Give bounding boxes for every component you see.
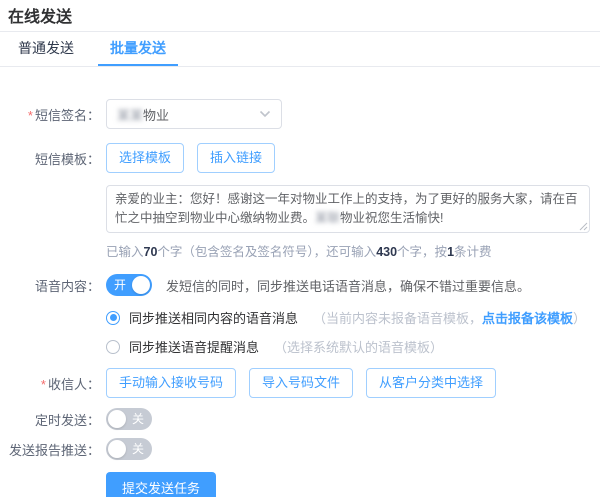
message-row: 亲爱的业主：您好！感谢这一年对物业工作上的支持，为了更好的服务大家，请在百忙之中… bbox=[0, 185, 600, 233]
report-push-toggle[interactable]: 关 bbox=[106, 438, 152, 460]
voice-option-same-content-row: 同步推送相同内容的语音消息 （当前内容未报备语音模板，点击报备该模板） bbox=[0, 308, 600, 327]
toggle-knob bbox=[132, 276, 150, 294]
redacted-signature-text: 某某 bbox=[117, 108, 143, 123]
voice-option-reminder-row: 同步推送语音提醒消息 （选择系统默认的语音模板） bbox=[0, 337, 600, 356]
voice-toggle-state: 开 bbox=[114, 274, 126, 296]
signature-select[interactable]: 某某物业 bbox=[106, 99, 282, 129]
submit-send-task-button[interactable]: 提交发送任务 bbox=[106, 472, 216, 497]
resize-handle-icon[interactable] bbox=[579, 222, 588, 231]
scheduled-send-toggle-state: 关 bbox=[132, 408, 144, 430]
counter-remaining-count: 430 bbox=[376, 245, 397, 259]
radio-same-content[interactable] bbox=[106, 311, 120, 325]
signature-label-text: 短信签名： bbox=[35, 108, 100, 123]
radio-voice-reminder[interactable] bbox=[106, 340, 120, 354]
radio-dot bbox=[110, 314, 117, 321]
template-label: 短信模板： bbox=[0, 149, 100, 168]
template-row: 短信模板： 选择模板 插入链接 bbox=[0, 143, 600, 173]
note-text: ） bbox=[573, 311, 586, 326]
signature-label: *短信签名： bbox=[0, 105, 100, 124]
toggle-knob bbox=[108, 410, 126, 428]
tab-normal-send[interactable]: 普通发送 bbox=[6, 32, 86, 66]
voice-description: 发短信的同时，同步推送电话语音消息，确保不错过重要信息。 bbox=[166, 276, 530, 295]
submit-row: 提交发送任务 bbox=[0, 472, 600, 497]
counter-text: 条计费 bbox=[454, 245, 492, 259]
char-counter: 已输入70个字（包含签名及签名符号），还可输入430个字，按1条计费 bbox=[106, 241, 492, 260]
counter-text: 已输入 bbox=[106, 245, 144, 259]
scheduled-send-label: 定时发送： bbox=[0, 410, 100, 429]
signature-row: *短信签名： 某某物业 bbox=[0, 99, 600, 129]
tab-bar: 普通发送 批量发送 bbox=[0, 32, 600, 67]
note-text: （当前内容未报备语音模板， bbox=[313, 311, 482, 326]
select-from-customer-category-button[interactable]: 从客户分类中选择 bbox=[366, 368, 496, 398]
voice-label: 语音内容： bbox=[0, 276, 100, 295]
voice-row: 语音内容： 开 发短信的同时，同步推送电话语音消息，确保不错过重要信息。 bbox=[0, 274, 600, 296]
online-send-page: 在线发送 普通发送 批量发送 *短信签名： 某某物业 短信模板： 选择模板 插入… bbox=[0, 0, 600, 497]
required-asterisk: * bbox=[41, 377, 46, 392]
signature-select-value: 某某物业 bbox=[117, 105, 169, 124]
insert-link-button[interactable]: 插入链接 bbox=[197, 143, 275, 173]
counter-text: 个字，按 bbox=[397, 245, 447, 259]
manual-input-numbers-button[interactable]: 手动输入接收号码 bbox=[106, 368, 236, 398]
counter-row: 已输入70个字（包含签名及签名符号），还可输入430个字，按1条计费 bbox=[0, 241, 600, 260]
chevron-down-icon bbox=[259, 110, 271, 118]
required-asterisk: * bbox=[28, 108, 33, 123]
select-template-button[interactable]: 选择模板 bbox=[106, 143, 184, 173]
voice-toggle[interactable]: 开 bbox=[106, 274, 152, 296]
redacted-message-text: 某联 bbox=[315, 211, 340, 225]
report-push-row: 发送报告推送： 关 bbox=[0, 438, 600, 460]
signature-visible-text: 物业 bbox=[143, 108, 169, 123]
recipients-row: *收信人： 手动输入接收号码 导入号码文件 从客户分类中选择 bbox=[0, 368, 600, 398]
tab-batch-send[interactable]: 批量发送 bbox=[98, 32, 178, 66]
batch-send-form: *短信签名： 某某物业 短信模板： 选择模板 插入链接 亲爱的业主：您好！感谢这… bbox=[0, 67, 600, 497]
report-push-label: 发送报告推送： bbox=[0, 440, 100, 459]
page-title: 在线发送 bbox=[8, 8, 600, 28]
message-part2: 物业祝您生活愉快! bbox=[340, 211, 443, 225]
import-number-file-button[interactable]: 导入号码文件 bbox=[249, 368, 353, 398]
message-label-spacer bbox=[0, 185, 100, 191]
recipients-label: *收信人： bbox=[0, 374, 100, 393]
counter-text: 个字（包含签名及签名符号），还可输入 bbox=[157, 245, 376, 259]
radio-same-content-label[interactable]: 同步推送相同内容的语音消息 bbox=[129, 308, 298, 327]
recipients-label-text: 收信人： bbox=[48, 377, 100, 392]
message-textarea[interactable]: 亲爱的业主：您好！感谢这一年对物业工作上的支持，为了更好的服务大家，请在百忙之中… bbox=[106, 185, 590, 233]
radio-same-content-note: （当前内容未报备语音模板，点击报备该模板） bbox=[313, 308, 586, 327]
report-template-link[interactable]: 点击报备该模板 bbox=[482, 311, 573, 326]
radio-voice-reminder-label[interactable]: 同步推送语音提醒消息 bbox=[129, 337, 259, 356]
toggle-knob bbox=[108, 440, 126, 458]
radio-voice-reminder-note: （选择系统默认的语音模板） bbox=[274, 337, 443, 356]
page-header: 在线发送 bbox=[0, 0, 600, 32]
scheduled-send-row: 定时发送： 关 bbox=[0, 408, 600, 430]
counter-billing-count: 1 bbox=[447, 245, 454, 259]
report-push-toggle-state: 关 bbox=[132, 438, 144, 460]
counter-entered-count: 70 bbox=[144, 245, 158, 259]
scheduled-send-toggle[interactable]: 关 bbox=[106, 408, 152, 430]
